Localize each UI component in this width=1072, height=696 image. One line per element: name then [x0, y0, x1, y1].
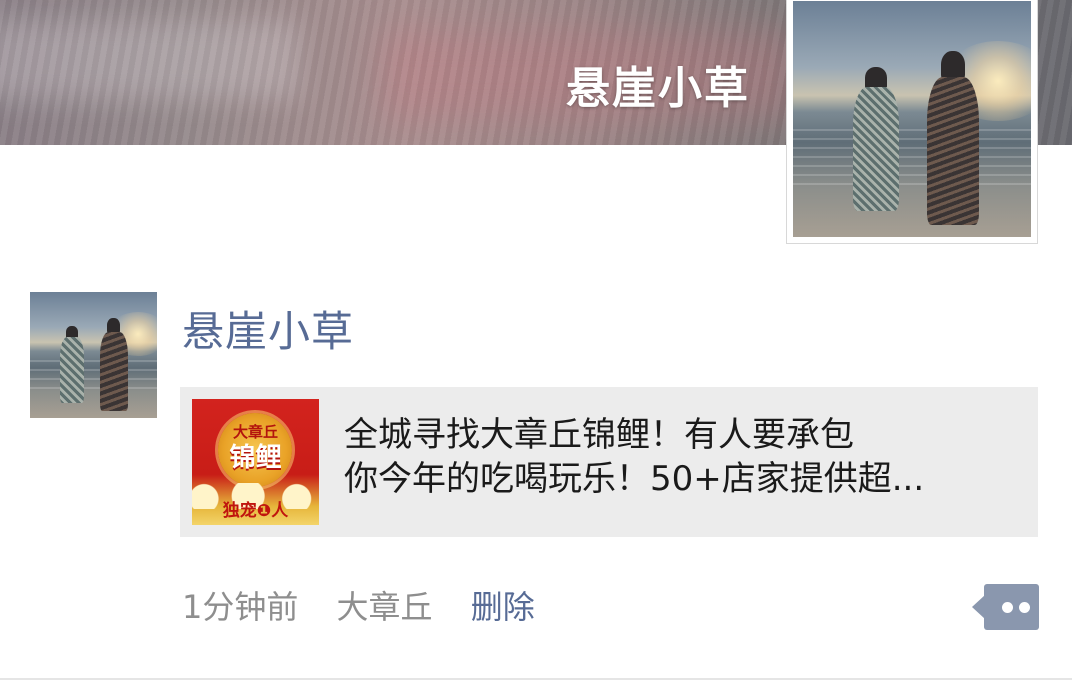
- shared-link-card[interactable]: 大章丘 锦鲤 独宠❶人 全城寻找大章丘锦鲤！有人要承包 你今年的吃喝玩乐！50+…: [180, 387, 1038, 537]
- cover-username: 悬崖小草: [566, 63, 750, 114]
- divider: [0, 678, 1072, 680]
- dot-icon: [1019, 602, 1030, 613]
- post-time: 1分钟前: [182, 588, 299, 626]
- post-meta: 1分钟前 大章丘 删除: [182, 582, 535, 628]
- post-author-name[interactable]: 悬崖小草: [182, 298, 354, 359]
- link-thumbnail: 大章丘 锦鲤 独宠❶人: [192, 399, 319, 525]
- moments-page: 悬崖小草 悬崖小草 大章丘 锦鲤 独宠❶人 全城寻找大章丘锦鲤！有人要承包 你今…: [0, 0, 1072, 696]
- link-title-line: 全城寻找大章丘锦鲤！有人要承包: [344, 415, 854, 455]
- avatar-photo: [793, 1, 1031, 237]
- comment-more-button[interactable]: [972, 584, 1039, 630]
- thumbnail-main-text: 锦鲤: [229, 443, 282, 473]
- post-location[interactable]: 大章丘: [337, 588, 433, 626]
- link-title-line: 你今年的吃喝玩乐！50+店家提供超...: [344, 459, 925, 499]
- thumbnail-bottom-text: 独宠❶人: [222, 501, 289, 521]
- profile-avatar[interactable]: [786, 0, 1038, 244]
- post-author-avatar[interactable]: [30, 292, 157, 418]
- avatar-photo: [30, 292, 157, 418]
- dot-icon: [1002, 602, 1013, 613]
- link-title: 全城寻找大章丘锦鲤！有人要承包 你今年的吃喝玩乐！50+店家提供超...: [344, 413, 1028, 501]
- delete-button[interactable]: 删除: [471, 588, 535, 626]
